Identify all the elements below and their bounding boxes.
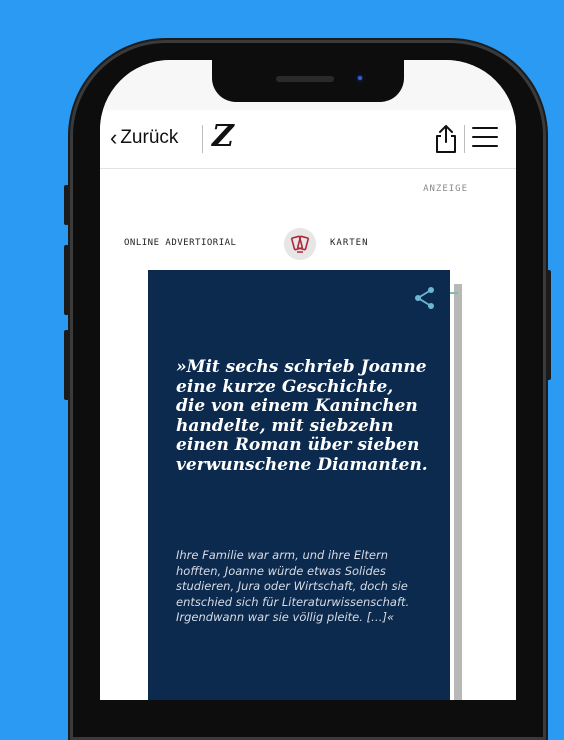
cards-label: KARTEN [330,238,369,248]
back-label: Zurück [120,127,179,148]
card-body-text: Ihre Familie war arm, und ihre Eltern ho… [176,548,410,624]
cards-icon[interactable] [284,228,316,260]
hamburger-menu-icon[interactable] [472,127,498,151]
phone-side-button [64,330,69,400]
share-icon[interactable] [433,124,459,154]
front-camera-icon [354,72,366,84]
chevron-left-icon: ‹ [110,125,118,150]
card-quote: »Mit sechs schrieb Joanne eine kurze Ges… [176,357,428,475]
card-stack-edge [454,284,462,700]
advertorial-header: ONLINE ADVERTIORIAL KARTEN [124,226,504,262]
phone-screen: ‹ Zurück Z ANZEIGE ONLINE ADVERTIORIAL K… [100,60,516,700]
phone-side-button [546,270,551,380]
header-divider [464,125,465,153]
phone-side-button [64,185,69,225]
zeit-logo[interactable]: Z [212,122,234,152]
speaker-grill [276,76,334,82]
share-icon[interactable] [414,286,436,310]
back-button[interactable]: ‹ Zurück [110,122,178,154]
advertorial-label: ONLINE ADVERTIORIAL [124,238,237,248]
card-stack-accent [450,292,458,294]
header-divider [202,125,203,153]
phone-side-button [64,245,69,315]
phone-notch [212,60,404,102]
quote-card[interactable]: »Mit sechs schrieb Joanne eine kurze Ges… [148,270,450,700]
ad-label: ANZEIGE [423,184,468,194]
app-header: ‹ Zurück Z [100,110,516,169]
